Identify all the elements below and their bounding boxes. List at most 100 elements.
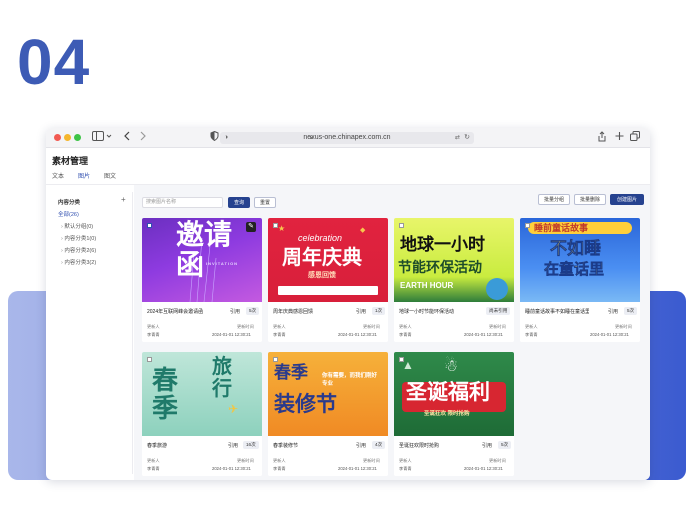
updater-label: 更新人 [147,324,160,329]
card-info: 周年庆典感恩回馈 引用 1次 更新人 更新时间 李青青 2024-01-01 1… [268,302,388,342]
sidebar-item-label: 默认分组(0) [64,224,94,230]
stage: 04 ◑ 🔒︎ nexus-one.chinapex.com.cn ⇄ ↻ 素材… [0,0,700,513]
minimize-window-button[interactable] [64,134,71,141]
card-info: 2024年互联网峰会邀请函 引用 5次 更新人 更新时间 李青青 2024-01… [142,302,262,342]
card-ref-count: 尚未引用 [486,307,511,315]
share-icon[interactable] [598,131,606,147]
browser-window: ◑ 🔒︎ nexus-one.chinapex.com.cn ⇄ ↻ 素材管理 … [46,128,650,480]
translate-icon[interactable]: ⇄ [455,132,460,144]
updater-name: 李青青 [399,466,412,471]
chevron-right-icon: › [61,248,63,254]
update-time-label: 更新时间 [363,458,380,463]
address-bar[interactable]: ◑ 🔒︎ nexus-one.chinapex.com.cn ⇄ ↻ [220,132,474,144]
step-number: 04 [17,26,91,98]
image-card[interactable]: 地球一小时 节能环保活动 EARTH HOUR 地球一小时节能环保活动 尚未引用… [394,218,514,342]
card-info: 圣诞狂欢限时抢购 引用 5次 更新人 更新时间 李青青 2024-01-01 1… [394,436,514,476]
tabs-icon[interactable] [630,131,640,146]
tab-image-text[interactable]: 图文 [104,171,116,185]
create-image-button[interactable]: 创建图片 [610,194,644,205]
card-checkbox[interactable] [399,223,404,228]
chevron-right-icon: › [61,236,63,242]
lock-icon: 🔒︎ [310,135,314,141]
sidebar-icon[interactable] [92,131,104,146]
add-category-icon[interactable]: + [121,195,126,204]
update-time: 2024-01-01 12:30:21 [338,466,377,471]
card-title: 2024年互联网峰会邀请函 [147,309,204,315]
card-thumbnail[interactable]: 睡前童话故事 不如睡 在童话里 [520,218,640,302]
card-thumbnail[interactable]: 地球一小时 节能环保活动 EARTH HOUR [394,218,514,302]
earth-globe [486,278,508,300]
lantern-icon: ◆ [360,227,366,234]
plane-icon: ✈ [228,402,239,416]
card-checkbox[interactable] [273,223,278,228]
sidebar-item-all[interactable]: 全部(26) [58,210,79,218]
query-button[interactable]: 查询 [228,197,250,208]
chevron-right-icon[interactable] [139,131,147,146]
poster-subtitle: 圣诞狂欢 限时抢购 [424,411,470,417]
update-time-label: 更新时间 [489,458,506,463]
search-input[interactable]: 搜索图片名称 [142,197,223,208]
poster-title: 圣诞福利 [406,381,490,404]
sidebar-header: 内容分类 [58,200,81,206]
update-time-label: 更新时间 [489,324,506,329]
card-thumbnail[interactable]: 春季 装修节 你有需要，而我们刚好专业 [268,352,388,436]
card-ref-count: 4次 [372,441,386,449]
updater-name: 李青青 [273,332,286,337]
tab-image[interactable]: 图片 [78,171,91,185]
poster-top: 睡前童话故事 [534,223,589,233]
image-card[interactable]: 春季 旅行 ✈ 春季旅游 引用 16次 更新人 更新时间 李青青 2024-01… [142,352,262,476]
update-time-label: 更新时间 [237,458,254,463]
card-checkbox[interactable] [273,357,278,362]
update-time: 2024-01-01 12:30:21 [464,466,503,471]
poster-subtitle: 你有需要，而我们刚好专业 [322,373,378,387]
card-checkbox[interactable] [525,223,530,228]
poster-title: 春季 [274,363,308,382]
poster-title: 春季 [152,365,179,423]
batch-delete-button[interactable]: 批量删除 [574,194,606,205]
updater-label: 更新人 [147,458,160,463]
card-thumbnail[interactable]: 邀请函 INVITATION ✎ [142,218,262,302]
image-card[interactable]: 睡前童话故事 不如睡 在童话里 睡前童话故事不如睡在童话里 引用 5次 更新人 … [520,218,640,342]
updater-name: 李青青 [147,332,160,337]
card-ref-count: 5次 [246,307,260,315]
sidebar-item-category-1[interactable]: › 内容分类1(0) [61,234,96,242]
sidebar-item-label: 内容分类2(6) [64,248,97,254]
image-card[interactable]: 春季 装修节 你有需要，而我们刚好专业 春季装修节 引用 4次 更新人 更新时间… [268,352,388,476]
card-thumbnail[interactable]: 春季 旅行 ✈ [142,352,262,436]
card-checkbox[interactable] [399,357,404,362]
poster-line2: 装修节 [274,393,337,416]
site-settings-icon[interactable]: ◑ [224,132,228,144]
update-time: 2024-01-01 12:30:21 [590,332,629,337]
shield-icon[interactable] [210,130,219,146]
category-sidebar: 内容分类 + 全部(26) › 默认分组(0) › 内容分类1(0) › 内容分… [51,192,133,474]
card-ref-label: 引用 [356,443,367,449]
tab-text[interactable]: 文本 [52,171,64,185]
chevron-left-icon[interactable] [123,131,131,146]
card-title: 春季旅游 [147,443,168,449]
sidebar-item-default[interactable]: › 默认分组(0) [61,222,93,230]
card-info: 地球一小时节能环保活动 尚未引用 更新人 更新时间 李青青 2024-01-01… [394,302,514,342]
card-thumbnail[interactable]: 圣诞福利 圣诞狂欢 限时抢购 ☃ ▲ [394,352,514,436]
image-card[interactable]: celebration 周年庆典 感恩回馈 ★ ◆ 周年庆典感恩回馈 引用 1次… [268,218,388,342]
url-text: nexus-one.chinapex.com.cn [303,134,391,141]
card-info: 睡前童话故事不如睡在童话里 引用 5次 更新人 更新时间 李青青 2024-01… [520,302,640,342]
card-checkbox[interactable] [147,223,152,228]
card-ref-label: 引用 [230,309,241,315]
card-title: 春季装修节 [273,443,299,449]
edit-icon[interactable]: ✎ [246,222,256,232]
plus-icon[interactable] [615,131,624,146]
close-window-button[interactable] [54,134,61,141]
sidebar-item-category-2[interactable]: › 内容分类2(6) [61,246,96,254]
zoom-window-button[interactable] [74,134,81,141]
chevron-down-icon[interactable] [106,131,112,146]
image-card[interactable]: 圣诞福利 圣诞狂欢 限时抢购 ☃ ▲ 圣诞狂欢限时抢购 引用 5次 更新人 更新… [394,352,514,476]
reset-button[interactable]: 重置 [254,197,276,208]
page-title: 素材管理 [52,156,89,166]
card-thumbnail[interactable]: celebration 周年庆典 感恩回馈 ★ ◆ [268,218,388,302]
sidebar-item-category-3[interactable]: › 内容分类3(2) [61,258,96,266]
batch-group-button[interactable]: 批量分组 [538,194,570,205]
reload-icon[interactable]: ↻ [464,132,470,144]
card-checkbox[interactable] [147,357,152,362]
update-time-label: 更新时间 [363,324,380,329]
image-card[interactable]: 邀请函 INVITATION ✎ 2024年互联网峰会邀请函 引用 5次 更新人… [142,218,262,342]
